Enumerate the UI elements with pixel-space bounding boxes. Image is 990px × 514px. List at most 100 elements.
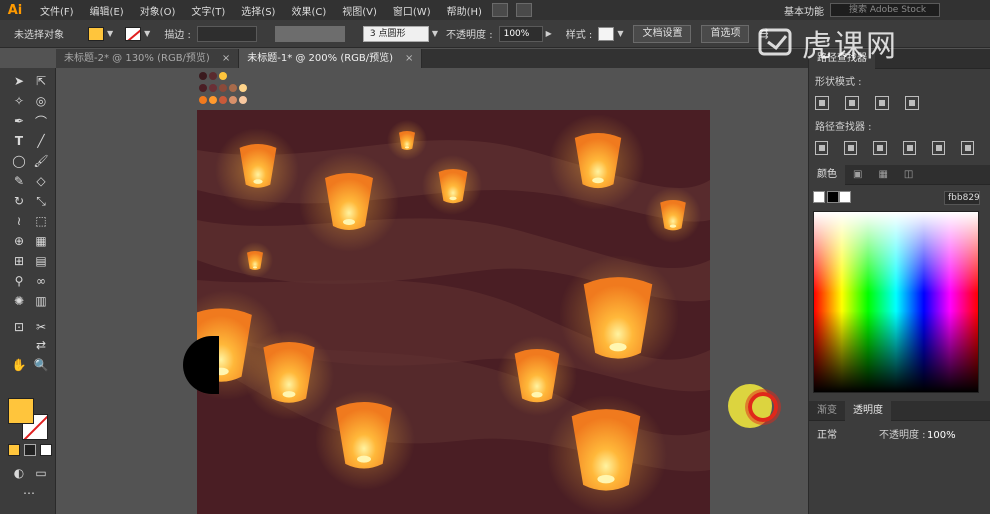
- bridge-icon[interactable]: [491, 3, 508, 17]
- stroke-weight-field[interactable]: [196, 25, 257, 42]
- document-setup-button[interactable]: 文档设置: [633, 24, 692, 43]
- column-graph-tool-icon[interactable]: ▥: [32, 292, 50, 310]
- menu-object[interactable]: 对象(O): [140, 3, 176, 18]
- line-tool-icon[interactable]: ╱: [32, 132, 50, 150]
- tab-label: 未标题-1* @ 200% (RGB/预览): [247, 53, 394, 64]
- tab-icon[interactable]: ▣: [845, 165, 870, 185]
- none-mode-icon[interactable]: [40, 444, 52, 456]
- merge-icon[interactable]: [873, 141, 887, 155]
- hex-color-field[interactable]: fbb829: [944, 191, 980, 205]
- chevron-right-icon[interactable]: ▶: [546, 29, 552, 38]
- stroke-color-swatch[interactable]: [125, 26, 142, 41]
- lantern-illustration[interactable]: [197, 110, 710, 514]
- menu-file[interactable]: 文件(F): [40, 3, 74, 18]
- menu-window[interactable]: 窗口(W): [393, 3, 431, 18]
- divide-icon[interactable]: [815, 141, 829, 155]
- tab-transparency[interactable]: 透明度: [845, 400, 891, 421]
- swatch: [199, 84, 207, 92]
- menu-select[interactable]: 选择(S): [241, 3, 275, 18]
- fill-box[interactable]: [8, 398, 34, 424]
- swatch: [199, 96, 207, 104]
- menu-effect[interactable]: 效果(C): [291, 3, 326, 18]
- artboard[interactable]: [197, 110, 710, 514]
- menu-type[interactable]: 文字(T): [191, 3, 225, 18]
- white-color-icon[interactable]: [839, 191, 851, 203]
- chevron-down-icon[interactable]: ▼: [432, 29, 438, 38]
- free-transform-tool-icon[interactable]: ⬚: [32, 212, 50, 230]
- screen-mode-icon[interactable]: ▭: [32, 464, 50, 482]
- artboard-tool-icon[interactable]: ⊡: [10, 318, 28, 336]
- transparency-panel-tabs: 渐变 透明度: [809, 400, 990, 421]
- selection-tool-icon[interactable]: ➤: [10, 72, 28, 90]
- pen-tool-icon[interactable]: ✒: [10, 112, 28, 130]
- color-mode-icon[interactable]: [8, 444, 20, 456]
- arrange-documents-icon[interactable]: [515, 3, 532, 17]
- preferences-button[interactable]: 首选项: [701, 24, 750, 43]
- symbol-sprayer-tool-icon[interactable]: ✺: [10, 292, 28, 310]
- tab-document-2[interactable]: 未标题-2* @ 130% (RGB/预览) ×: [56, 49, 240, 68]
- shape-builder-tool-icon[interactable]: ⊕: [10, 232, 28, 250]
- crop-icon[interactable]: [902, 141, 916, 155]
- rotate-tool-icon[interactable]: ↻: [10, 192, 28, 210]
- magic-wand-tool-icon[interactable]: ✧: [10, 92, 28, 110]
- eyedropper-tool-icon[interactable]: ⚲: [10, 272, 28, 290]
- opacity-field[interactable]: 100%: [498, 25, 543, 42]
- exclude-icon[interactable]: [905, 96, 919, 110]
- black-color-icon[interactable]: [827, 191, 839, 203]
- minus-front-icon[interactable]: [845, 96, 859, 110]
- blend-tool-icon[interactable]: ∞: [32, 272, 50, 290]
- opacity-field[interactable]: 100%: [927, 428, 967, 444]
- lasso-tool-icon[interactable]: ◎: [32, 92, 50, 110]
- gradient-tool-icon[interactable]: ▤: [32, 252, 50, 270]
- hand-tool-icon[interactable]: ✋: [10, 356, 28, 374]
- tab-icon[interactable]: ▦: [870, 165, 895, 185]
- close-icon[interactable]: ×: [405, 49, 413, 68]
- menu-view[interactable]: 视图(V): [342, 3, 377, 18]
- minus-back-icon[interactable]: [960, 141, 975, 155]
- stock-search-input[interactable]: 搜索 Adobe Stock: [830, 3, 940, 17]
- unite-icon[interactable]: [815, 96, 829, 110]
- stroke-label: 描边 :: [164, 30, 191, 41]
- direct-selection-tool-icon[interactable]: ⇱: [32, 72, 50, 90]
- tab-gradient[interactable]: 渐变: [809, 401, 845, 421]
- tab-document-1[interactable]: 未标题-1* @ 200% (RGB/预览) ×: [239, 49, 423, 68]
- variable-width-profile[interactable]: [274, 25, 345, 42]
- intersect-icon[interactable]: [875, 96, 889, 110]
- spectrum-graphic[interactable]: [814, 212, 978, 392]
- mesh-tool-icon[interactable]: ⊞: [10, 252, 28, 270]
- width-tool-icon[interactable]: ≀: [10, 212, 28, 230]
- type-tool-icon[interactable]: T: [10, 132, 28, 150]
- blend-mode-select[interactable]: 正常: [815, 428, 875, 444]
- gradient-mode-icon[interactable]: [24, 444, 36, 456]
- zoom-tool-icon[interactable]: 🔍: [32, 356, 50, 374]
- ellipse-tool-icon[interactable]: ◯: [10, 152, 28, 170]
- menu-help[interactable]: 帮助(H): [447, 3, 482, 18]
- eraser-tool-icon[interactable]: ◇: [32, 172, 50, 190]
- chevron-down-icon[interactable]: ▼: [144, 29, 150, 38]
- scale-tool-icon[interactable]: ⤡: [32, 192, 50, 210]
- workspace-switcher[interactable]: 基本功能: [784, 3, 824, 18]
- paintbrush-tool-icon[interactable]: 🖌: [32, 152, 50, 170]
- draw-normal-icon[interactable]: ◐: [10, 464, 28, 482]
- trim-icon[interactable]: [844, 141, 858, 155]
- curvature-tool-icon[interactable]: ⌒: [32, 112, 50, 130]
- close-icon[interactable]: ×: [222, 49, 230, 68]
- perspective-grid-tool-icon[interactable]: ▦: [32, 232, 50, 250]
- canvas-area[interactable]: [57, 68, 808, 514]
- slice-tool-icon[interactable]: ✂: [32, 318, 50, 336]
- menu-edit[interactable]: 编辑(E): [90, 3, 124, 18]
- chevron-down-icon[interactable]: ▼: [617, 29, 623, 38]
- tab-icon[interactable]: ◫: [896, 165, 921, 185]
- brush-definition-select[interactable]: 3 点圆形: [362, 25, 429, 42]
- swap-fill-stroke-icon[interactable]: ⇄: [32, 336, 50, 354]
- none-color-icon[interactable]: [813, 191, 825, 203]
- shaper-tool-icon[interactable]: ✎: [10, 172, 28, 190]
- edit-toolbar-icon[interactable]: ⋯: [20, 484, 38, 502]
- chevron-down-icon[interactable]: ▼: [107, 29, 113, 38]
- watermark-text: 虎课网: [802, 29, 898, 64]
- graphic-style-swatch[interactable]: [598, 26, 615, 41]
- color-spectrum[interactable]: [813, 211, 979, 393]
- fill-color-swatch[interactable]: [88, 26, 104, 41]
- tab-color[interactable]: 颜色: [809, 164, 845, 185]
- outline-icon[interactable]: [931, 141, 945, 155]
